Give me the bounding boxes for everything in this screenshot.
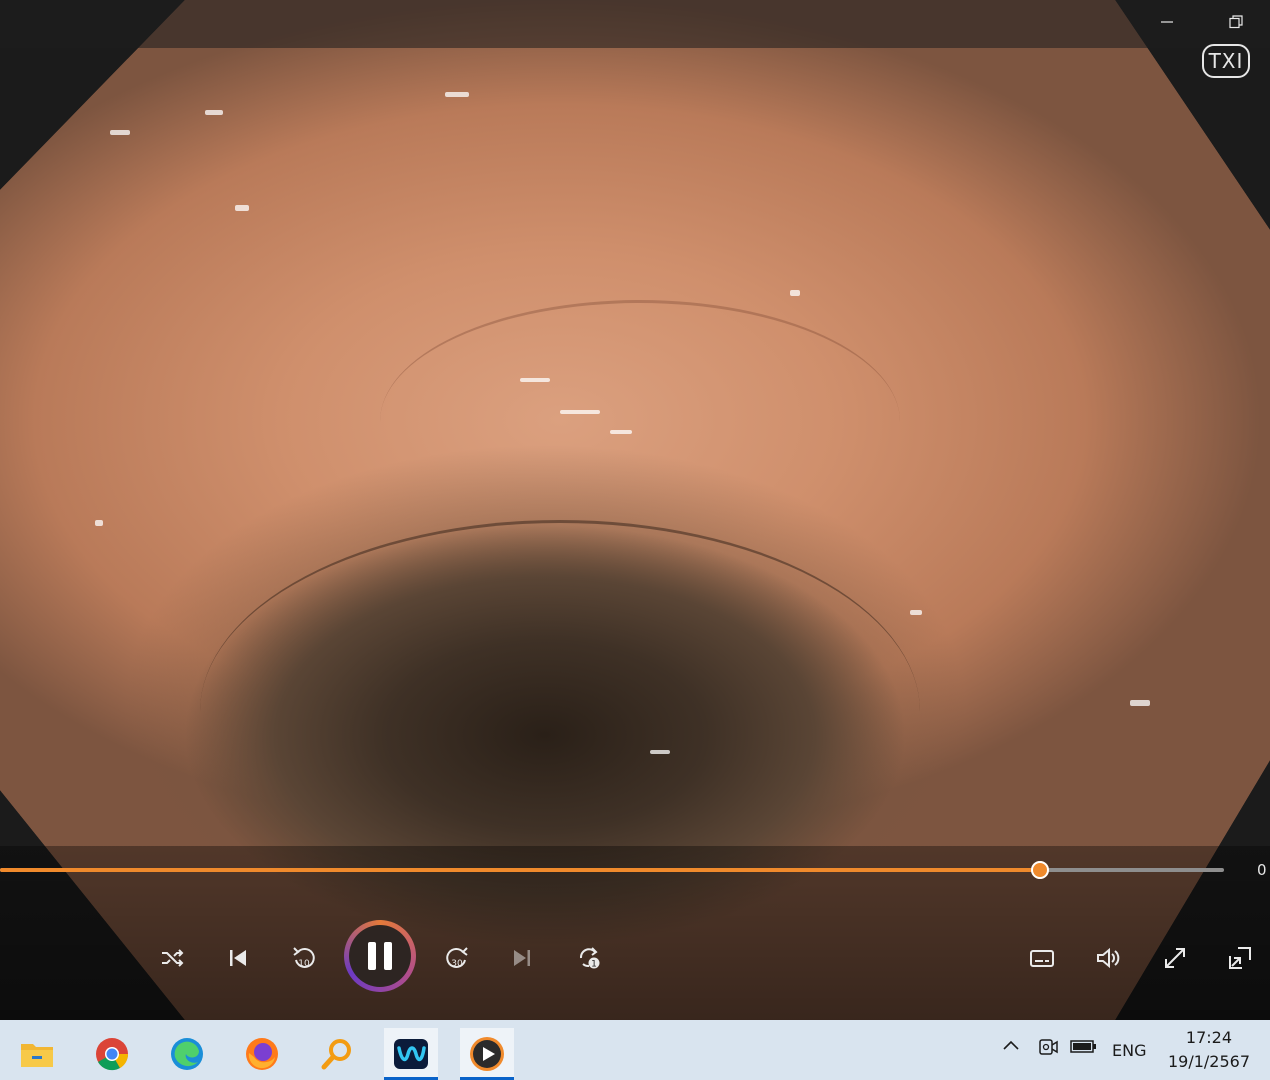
pause-bar bbox=[368, 942, 376, 970]
previous-track-icon bbox=[230, 950, 246, 966]
light-reflection bbox=[110, 130, 130, 135]
chrome-icon[interactable] bbox=[85, 1028, 139, 1080]
title-bar bbox=[0, 0, 1270, 48]
rewind-icon: 10 bbox=[293, 947, 315, 969]
meet-now-icon[interactable] bbox=[1037, 1036, 1059, 1062]
repeat-label: 1 bbox=[591, 960, 597, 970]
repeat-one-icon: 1 bbox=[579, 947, 600, 970]
light-reflection bbox=[910, 610, 922, 615]
minimize-icon[interactable] bbox=[1152, 10, 1182, 38]
forward-label: 30 bbox=[451, 959, 463, 969]
fullscreen-button[interactable] bbox=[1155, 938, 1195, 978]
previous-button[interactable] bbox=[218, 938, 258, 978]
captions-icon bbox=[1030, 950, 1054, 967]
clock-date: 19/1/2567 bbox=[1167, 1052, 1250, 1071]
language-indicator[interactable]: ENG bbox=[1112, 1041, 1146, 1060]
restore-icon[interactable] bbox=[1221, 10, 1251, 38]
light-reflection bbox=[1130, 700, 1150, 706]
repeat-one-button[interactable]: 1 bbox=[569, 938, 609, 978]
forward-30-button[interactable]: 30 bbox=[437, 938, 477, 978]
light-reflection bbox=[520, 378, 550, 382]
light-reflection bbox=[610, 430, 632, 434]
light-reflection bbox=[235, 205, 249, 211]
next-button[interactable] bbox=[502, 938, 542, 978]
clock-time: 17:24 bbox=[1185, 1028, 1233, 1047]
edge-icon[interactable] bbox=[160, 1028, 214, 1080]
light-reflection bbox=[790, 290, 800, 296]
light-reflection bbox=[95, 520, 103, 526]
system-clock[interactable]: 17:24 19/1/2567 bbox=[1168, 1026, 1250, 1074]
webex-icon[interactable] bbox=[384, 1028, 438, 1080]
shuffle-button[interactable] bbox=[152, 938, 192, 978]
fast-forward-icon: 30 bbox=[446, 947, 468, 969]
light-reflection bbox=[650, 750, 670, 754]
captions-button[interactable] bbox=[1022, 938, 1062, 978]
pause-icon bbox=[349, 925, 411, 987]
fullscreen-icon bbox=[1165, 948, 1185, 968]
pause-bar bbox=[384, 942, 392, 970]
rewind-label: 10 bbox=[298, 959, 310, 969]
miniplayer-button[interactable] bbox=[1220, 938, 1260, 978]
pause-button[interactable] bbox=[344, 920, 416, 992]
time-readout: 0 bbox=[1257, 861, 1267, 879]
controls-overlay bbox=[0, 846, 1270, 1020]
light-reflection bbox=[560, 410, 600, 414]
search-magnifier-icon[interactable] bbox=[310, 1028, 364, 1080]
volume-icon bbox=[1097, 947, 1120, 969]
volume-button[interactable] bbox=[1088, 938, 1128, 978]
light-reflection bbox=[205, 110, 223, 115]
media-player-icon[interactable] bbox=[460, 1028, 514, 1080]
miniplayer-icon bbox=[1229, 947, 1251, 969]
light-reflection bbox=[445, 92, 469, 97]
battery-icon[interactable] bbox=[1070, 1036, 1098, 1060]
firefox-icon[interactable] bbox=[235, 1028, 289, 1080]
shuffle-icon bbox=[162, 949, 184, 967]
mucosa-fold bbox=[380, 300, 900, 543]
rewind-10-button[interactable]: 10 bbox=[284, 938, 324, 978]
file-explorer-icon[interactable] bbox=[10, 1028, 64, 1080]
next-track-icon bbox=[514, 950, 530, 966]
seek-bar-progress bbox=[0, 868, 1041, 872]
chevron-up-icon[interactable] bbox=[1001, 1036, 1021, 1060]
txi-mode-badge: TXI bbox=[1202, 44, 1250, 78]
